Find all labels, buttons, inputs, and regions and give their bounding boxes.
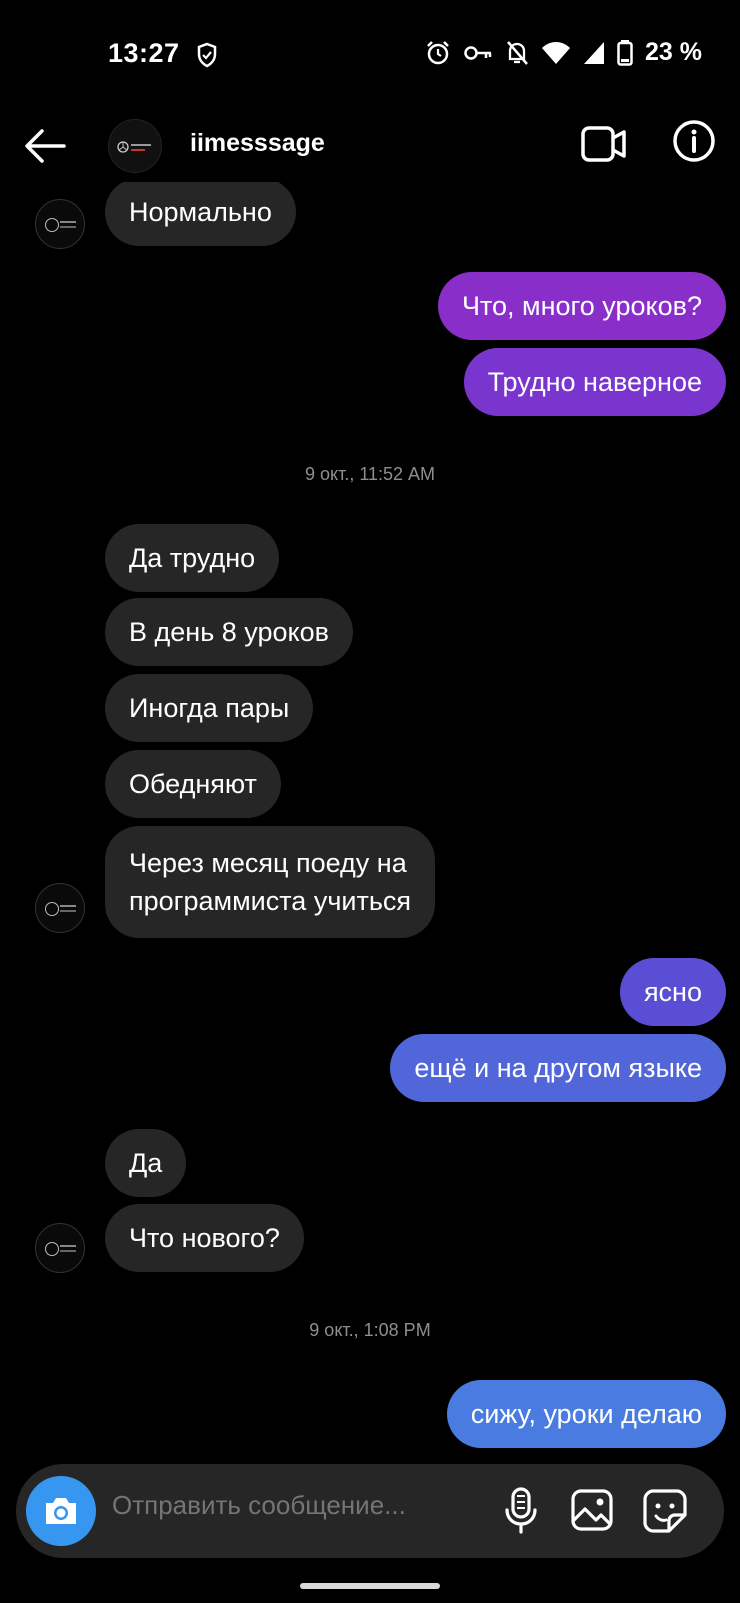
message-in-multiline[interactable]: Через месяц поеду на программиста учитьс…: [105, 826, 436, 938]
message-in[interactable]: Да трудно: [105, 524, 280, 592]
message-out[interactable]: ещё и на другом языке: [390, 1034, 726, 1102]
message-in[interactable]: В день 8 уроков: [105, 598, 353, 666]
message-in[interactable]: Да: [105, 1129, 187, 1197]
wifi-icon: [542, 41, 571, 64]
contact-name[interactable]: iimesssage: [190, 129, 325, 158]
alarm-icon: [427, 40, 449, 64]
message-line: Через месяц поеду на: [129, 848, 407, 878]
timestamp: 9 окт., 11:52 AM: [304, 464, 436, 484]
gallery-icon[interactable]: [570, 1488, 614, 1532]
signal-icon: [584, 41, 605, 64]
timestamp: 9 окт., 1:08 PM: [309, 1320, 431, 1340]
back-arrow-icon[interactable]: [18, 118, 74, 174]
message-thread[interactable]: Нормально Что, много уроков? Трудно наве…: [0, 182, 740, 1462]
message-line: программиста учиться: [129, 886, 412, 916]
message-out[interactable]: сижу, уроки делаю: [446, 1380, 726, 1448]
message-in[interactable]: Иногда пары: [105, 674, 314, 742]
status-icons: 23 %: [425, 38, 702, 67]
chat-header: iimesssage: [0, 110, 740, 182]
message-input[interactable]: [112, 1490, 472, 1521]
camera-button[interactable]: [26, 1476, 96, 1546]
info-icon[interactable]: [671, 118, 717, 164]
battery-percent: 23 %: [645, 38, 702, 66]
sender-avatar[interactable]: [35, 199, 85, 249]
shield-icon: [197, 42, 217, 68]
sticker-icon[interactable]: [642, 1488, 688, 1534]
sender-avatar[interactable]: [35, 883, 85, 933]
video-call-icon[interactable]: [580, 124, 628, 164]
message-composer: [16, 1464, 724, 1558]
battery-icon: [617, 39, 633, 66]
message-out[interactable]: Трудно наверное: [463, 348, 726, 416]
sender-avatar[interactable]: [35, 1223, 85, 1273]
microphone-icon[interactable]: [502, 1486, 540, 1536]
message-in[interactable]: Нормально: [105, 182, 296, 246]
contact-avatar[interactable]: [108, 119, 162, 173]
message-in[interactable]: Что нового?: [105, 1204, 304, 1272]
camera-icon: [46, 1498, 76, 1524]
bell-off-icon: [507, 40, 528, 65]
avatar-logo-icon: [117, 141, 151, 153]
message-out[interactable]: ясно: [619, 958, 726, 1026]
key-icon: [464, 45, 492, 60]
status-bar: 13:27 23 %: [0, 0, 740, 110]
message-in[interactable]: Обедняют: [105, 750, 281, 818]
home-indicator[interactable]: [300, 1583, 440, 1589]
message-out[interactable]: Что, много уроков?: [437, 272, 726, 340]
status-time: 13:27: [108, 38, 180, 68]
